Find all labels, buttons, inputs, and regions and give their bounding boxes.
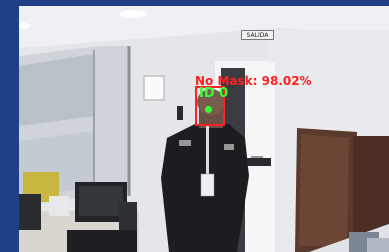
tracking-centroid-dot: [205, 106, 212, 113]
track-id-label: ID 0: [199, 86, 229, 101]
scene-drawing: [19, 6, 389, 252]
video-frame: SALIDA No Mask: 98.02% ID 0: [0, 0, 389, 252]
camera-feed: SALIDA No Mask: 98.02% ID 0: [19, 6, 389, 252]
exit-sign: SALIDA: [241, 30, 274, 40]
